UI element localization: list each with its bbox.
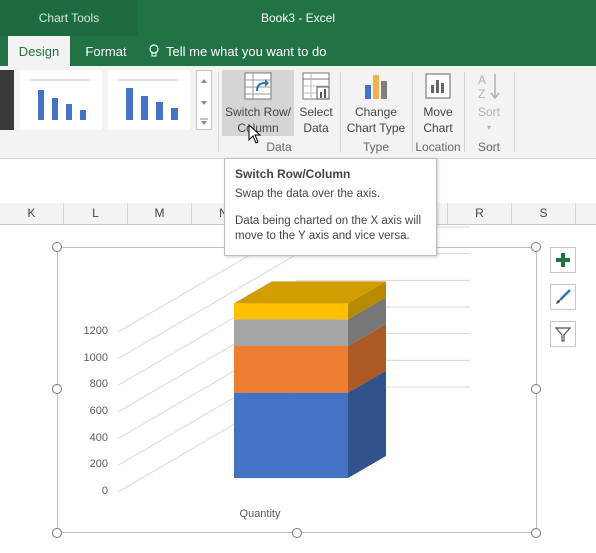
y-axis-tick-label: 200 bbox=[89, 458, 108, 471]
chart-filters-button[interactable] bbox=[550, 321, 576, 347]
chart-elements-button[interactable] bbox=[550, 247, 576, 273]
y-axis-tick-label: 400 bbox=[89, 431, 108, 444]
chart-bar-segment-front bbox=[234, 392, 348, 478]
chart-bar-segment-front bbox=[234, 346, 348, 393]
y-axis-tick-label: 1000 bbox=[83, 351, 108, 364]
plus-icon bbox=[556, 253, 570, 267]
tooltip-description: Swap the data over the axis. bbox=[235, 188, 381, 200]
y-axis-tick-label: 600 bbox=[89, 405, 108, 417]
tooltip-detail-line-1: Data being charted on the X axis will bbox=[235, 215, 422, 227]
filter-icon bbox=[555, 327, 571, 342]
tooltip-title: Switch Row/Column bbox=[235, 167, 351, 181]
tooltip-detail-line-2: move to the Y axis and vice versa. bbox=[235, 230, 410, 242]
chart-bars bbox=[234, 281, 386, 478]
chart-category-label: Quantity bbox=[239, 508, 281, 520]
paintbrush-icon bbox=[556, 289, 571, 304]
y-axis-tick-label: 0 bbox=[101, 485, 108, 497]
y-axis-tick-label: 1200 bbox=[83, 325, 108, 337]
chart-bar-segment-front bbox=[234, 319, 348, 346]
switch-row-column-tooltip: Switch Row/Column Swap the data over the… bbox=[224, 158, 437, 256]
y-axis-tick-label: 800 bbox=[89, 378, 108, 391]
chart-bar-segment-front bbox=[234, 303, 348, 320]
chart-styles-button[interactable] bbox=[550, 284, 576, 310]
